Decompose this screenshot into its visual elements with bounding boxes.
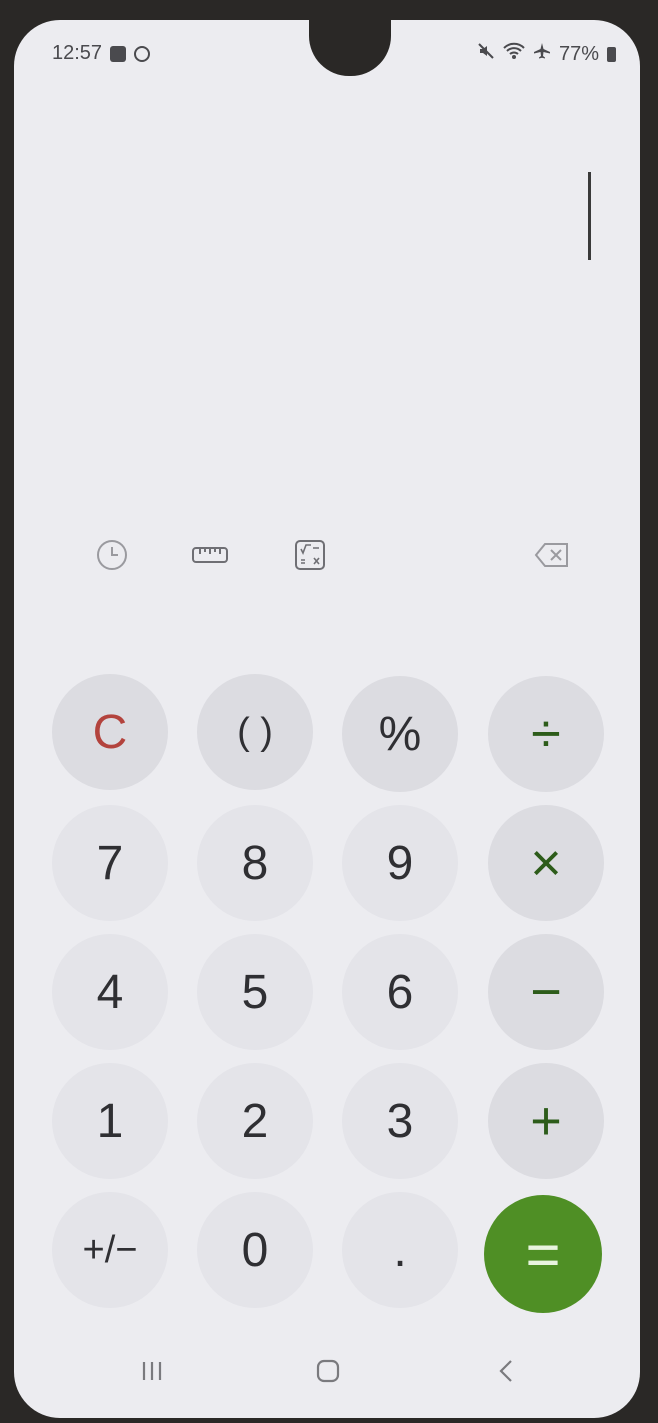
plus-minus-button[interactable]: +/− — [52, 1192, 168, 1308]
digit-5-button[interactable]: 5 — [197, 934, 313, 1050]
phone-screen: 12:57 77% C () % ÷ 7 8 9 × 4 5 6 − 1 2 … — [14, 20, 640, 1418]
digit-0-button[interactable]: 0 — [197, 1192, 313, 1308]
back-button[interactable] — [484, 1350, 528, 1394]
home-icon — [315, 1358, 341, 1387]
decimal-button[interactable]: . — [342, 1192, 458, 1308]
digit-6-button[interactable]: 6 — [342, 934, 458, 1050]
back-icon — [496, 1358, 516, 1387]
digit-4-button[interactable]: 4 — [52, 934, 168, 1050]
home-button[interactable] — [306, 1350, 350, 1394]
digit-8-button[interactable]: 8 — [197, 805, 313, 921]
digit-9-button[interactable]: 9 — [342, 805, 458, 921]
digit-7-button[interactable]: 7 — [52, 805, 168, 921]
navigation-bar — [14, 1350, 640, 1400]
minus-button[interactable]: − — [488, 934, 604, 1050]
digit-2-button[interactable]: 2 — [197, 1063, 313, 1179]
plus-button[interactable]: + — [488, 1063, 604, 1179]
keypad: C ( ) % ÷ 7 8 9 × 4 5 6 − 1 2 3 + +/− 0 … — [14, 20, 640, 1418]
recents-button[interactable] — [130, 1350, 174, 1394]
divide-button[interactable]: ÷ — [488, 676, 604, 792]
digit-1-button[interactable]: 1 — [52, 1063, 168, 1179]
equals-button[interactable]: = — [484, 1195, 602, 1313]
parentheses-button[interactable]: ( ) — [197, 674, 313, 790]
digit-3-button[interactable]: 3 — [342, 1063, 458, 1179]
percent-button[interactable]: % — [342, 676, 458, 792]
recents-icon — [139, 1359, 165, 1386]
clear-button[interactable]: C — [52, 674, 168, 790]
multiply-button[interactable]: × — [488, 805, 604, 921]
